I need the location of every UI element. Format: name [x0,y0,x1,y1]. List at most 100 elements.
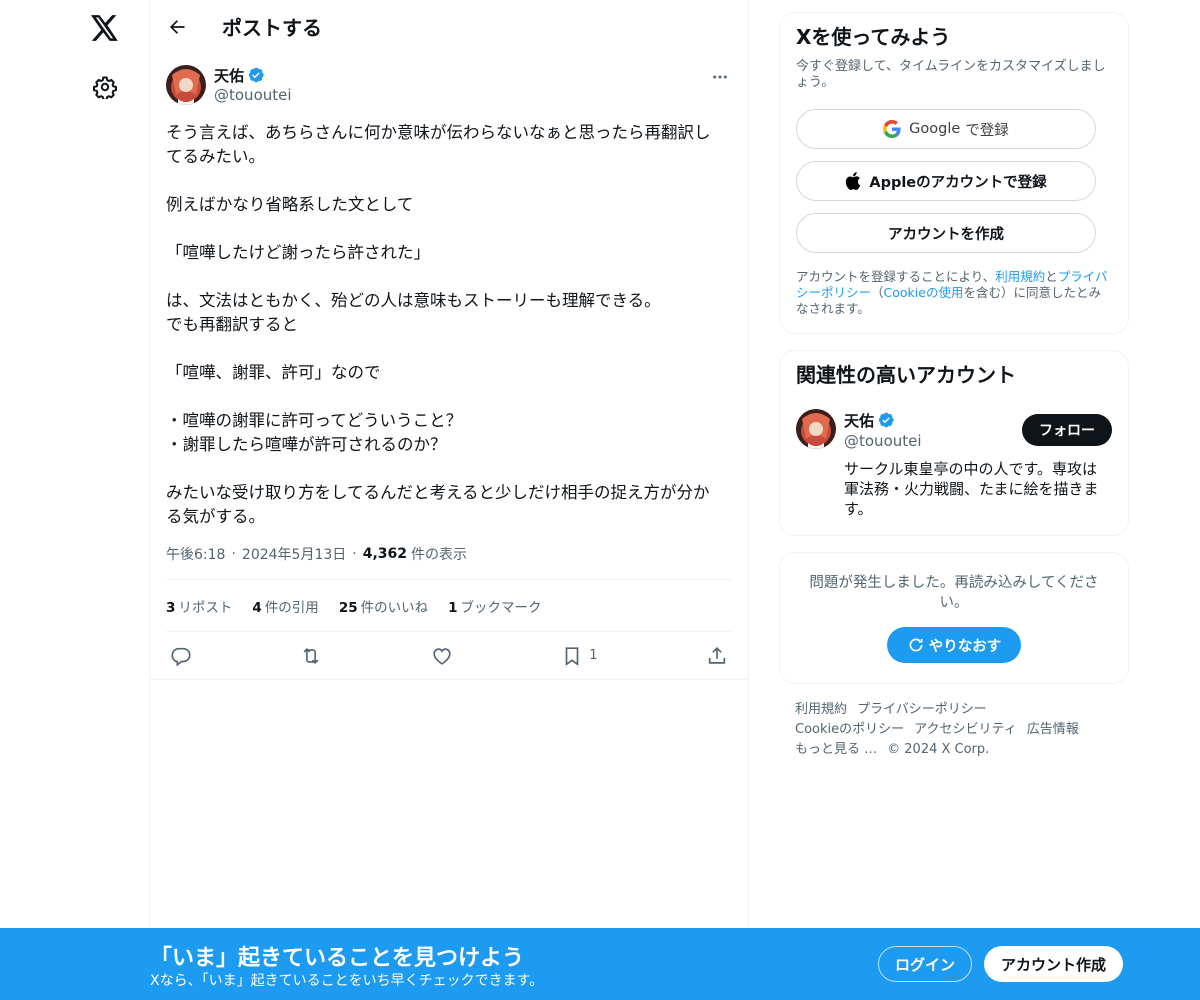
signup-card: Xを使ってみよう 今すぐ登録して、タイムラインをカスタマイズしましょう。 Goo… [779,12,1129,334]
footer-ads-link[interactable]: 広告情報 [1027,722,1079,737]
reposts-count: 3 [166,599,176,616]
post-stats: 3 リポスト 4 件の引用 25 件のいいね 1 ブックマーク [166,579,732,632]
reposts-stat[interactable]: 3 リポスト [166,596,232,616]
banner-title: 「いま」起きていることを見つけよう [150,946,525,971]
verified-badge-icon [878,412,894,428]
author-handle[interactable]: @tououtei [214,85,708,105]
author-name[interactable]: 天佑 [214,65,244,86]
avatar[interactable] [796,409,836,449]
related-accounts-card: 関連性の高いアカウント 天佑 @tououtei フォロー サークル東皇亭の中の… [779,350,1129,536]
x-logo-icon[interactable] [82,5,128,51]
signup-banner: 「いま」起きていることを見つけよう Xなら、「いま」起きていることをいち早くチェ… [0,928,1200,1000]
related-account-bio: サークル東皇亭の中の人です。専攻は軍法務・火力戦闘、たまに絵を描きます。 [844,460,1099,518]
legal-paren-open: （ [871,285,884,300]
header-bar: ポストする [150,0,748,53]
views-count: 4,362 [362,546,408,562]
signup-legal-text: アカウントを登録することにより、利用規約とプライバシーポリシー（Cookieの使… [796,269,1112,317]
post-text: そう言えば、あちらさんに何か意味が伝わらないなぁと思ったら再翻訳し てるみたい。… [166,123,711,526]
banner-subtitle: Xなら、「いま」起きていることをいち早くチェックできます。 [150,973,544,989]
share-icon [708,646,726,664]
related-account-name[interactable]: 天佑 [844,410,874,431]
like-button[interactable] [431,645,453,667]
signup-card-title: Xを使ってみよう [796,25,951,49]
bookmarks-label: ブックマーク [460,599,542,616]
avatar[interactable] [166,65,206,105]
cookie-link[interactable]: Cookieの使用 [884,285,964,300]
error-card: 問題が発生しました。再読み込みしてください。 やりなおす [779,552,1129,684]
likes-count: 25 [338,599,358,616]
create-account-button[interactable]: アカウントを作成 [796,213,1096,253]
footer-cookie-link[interactable]: Cookieのポリシー [795,722,904,737]
right-sidebar: Xを使ってみよう 今すぐ登録して、タイムラインをカスタマイズしましょう。 Goo… [779,12,1129,760]
login-button[interactable]: ログイン [878,946,972,982]
google-signup-button[interactable]: Google で登録 [796,109,1096,149]
more-options-icon[interactable] [708,65,732,89]
post-time[interactable]: 午後6:18 [166,544,225,564]
quotes-stat[interactable]: 4 件の引用 [252,596,318,616]
google-brand-label: Google [909,121,961,137]
apple-signup-label: Appleのアカウントで登録 [869,174,1047,191]
views-label: 件の表示 [411,547,468,563]
gear-icon[interactable] [82,64,128,110]
back-arrow-icon[interactable] [166,16,188,38]
create-account-label: アカウントを作成 [888,226,1004,243]
footer-more-link[interactable]: もっと見る … [795,742,877,757]
legal-prefix: アカウントを登録することにより、 [796,269,996,284]
page: ポストする 天佑 @tououtei そう言えば、あちらさんに何か意味が伝わらな… [0,0,1200,1000]
reply-button[interactable] [170,645,192,667]
bookmark-action-count: 1 [589,648,598,663]
post-date[interactable]: 2024年5月13日 [242,544,346,564]
post: 天佑 @tououtei そう言えば、あちらさんに何か意味が伝わらないなぁと思っ… [150,53,748,680]
meta-separator: · [231,546,236,562]
related-card-title: 関連性の高いアカウント [796,363,1016,387]
footer-line: 利用規約 プライバシーポリシー [795,700,1113,720]
google-suffix-label: で登録 [965,122,1009,139]
likes-stat[interactable]: 25 件のいいね [339,596,428,616]
related-account-name-line: 天佑 [844,409,922,431]
post-actions: 1 [150,632,748,680]
follow-button[interactable]: フォロー [1022,414,1112,446]
reply-icon [171,647,191,666]
post-author-row: 天佑 @tououtei [166,65,732,105]
banner-create-account-button[interactable]: アカウント作成 [984,946,1123,982]
share-button[interactable] [706,645,728,667]
quotes-count: 4 [252,599,262,616]
heart-icon [433,647,451,665]
apple-icon [846,172,861,190]
retry-button[interactable]: やりなおす [887,627,1021,663]
footer-line: もっと見る … © 2024 X Corp. [795,740,1113,760]
author-meta: 天佑 @tououtei [214,65,708,105]
bookmark-icon [565,646,579,666]
reposts-label: リポスト [178,599,233,616]
footer-privacy-link[interactable]: プライバシーポリシー [857,702,987,717]
bookmark-button[interactable]: 1 [561,645,598,667]
related-account-handle[interactable]: @tououtei [844,431,922,451]
related-account-meta: 天佑 @tououtei フォロー サークル東皇亭の中の人です。専攻は軍法務・火… [844,409,1112,519]
bookmarks-stat[interactable]: 1 ブックマーク [448,596,541,616]
repost-icon [303,647,319,664]
retry-label: やりなおす [928,638,1002,655]
footer-terms-link[interactable]: 利用規約 [795,702,847,717]
related-account-row[interactable]: 天佑 @tououtei フォロー サークル東皇亭の中の人です。専攻は軍法務・火… [796,409,1112,519]
terms-link[interactable]: 利用規約 [995,269,1045,284]
author-name-line: 天佑 [214,65,708,85]
left-nav [70,0,150,1000]
meta-separator: · [352,546,357,562]
bookmarks-count: 1 [448,599,458,616]
refresh-icon [909,638,923,652]
footer-accessibility-link[interactable]: アクセシビリティ [914,722,1017,737]
apple-signup-button[interactable]: Appleのアカウントで登録 [796,161,1096,201]
footer-copyright: © 2024 X Corp. [887,742,990,757]
footer-links: 利用規約 プライバシーポリシー Cookieのポリシー アクセシビリティ 広告情報 も… [779,700,1129,760]
main-column: ポストする 天佑 @tououtei そう言えば、あちらさんに何か意味が伝わらな… [149,0,749,1000]
error-message: 問題が発生しました。再読み込みしてください。 [809,575,1099,611]
repost-button[interactable] [300,645,322,667]
quotes-label: 件の引用 [264,599,319,616]
related-account-names: 天佑 @tououtei [844,409,922,451]
signup-card-subtitle: 今すぐ登録して、タイムラインをカスタマイズしましょう。 [796,59,1106,90]
google-g-icon [883,120,901,138]
post-meta: 午後6:18 · 2024年5月13日 · 4,362 件の表示 [166,543,732,565]
related-account-header: 天佑 @tououtei フォロー [844,409,1112,451]
verified-badge-icon [248,67,264,83]
legal-and: と [1045,269,1058,284]
